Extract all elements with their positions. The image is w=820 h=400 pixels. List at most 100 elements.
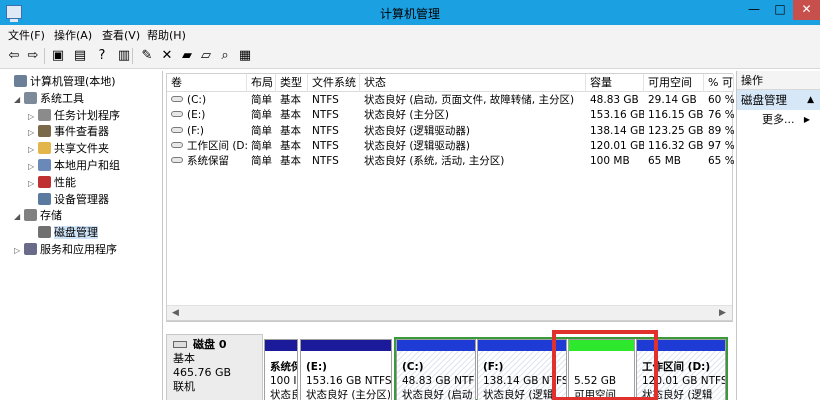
cell-text: NTFS bbox=[312, 94, 339, 106]
tree-item[interactable]: ▷ 任务计划程序 bbox=[28, 108, 120, 124]
volume-drive-icon bbox=[171, 96, 183, 102]
up-folder-icon[interactable]: ▣ bbox=[49, 47, 67, 65]
tree-node-icon bbox=[38, 142, 51, 155]
partition-size: 100 I bbox=[270, 375, 297, 387]
tree-node-icon bbox=[24, 243, 37, 255]
tree-item-label: 服务和应用程序 bbox=[40, 243, 117, 256]
open-folder-icon[interactable]: ▰ bbox=[178, 47, 196, 65]
volume-list: 卷布局 类型 文件系统 状态 容量 可用空间% 可 (C:) 简单 基本 NTFS 状态良好 (启… bbox=[166, 73, 734, 321]
minimize-button[interactable]: — bbox=[741, 0, 767, 20]
collapsed-arrow-icon[interactable]: ▷ bbox=[14, 243, 24, 259]
close-button[interactable]: ✕ bbox=[793, 0, 820, 20]
more-actions-item[interactable]: 更多... ▶ bbox=[737, 110, 820, 130]
table-row[interactable]: (E:) 简单 基本 NTFS 状态良好 (主分区) 153.16 GB 116.15 GB… bbox=[167, 108, 734, 123]
scroll-right-arrow-icon[interactable]: ▶ bbox=[719, 308, 726, 318]
tree-item-label: 系统工具 bbox=[40, 91, 84, 105]
partition-color-bar bbox=[397, 340, 475, 351]
partition-block[interactable]: (C:) 48.83 GB NTFS 状态良好 (启动 bbox=[396, 339, 476, 400]
column-header[interactable]: % 可 bbox=[704, 74, 734, 92]
table-cell: NTFS bbox=[308, 93, 360, 108]
show-hide-tree-icon[interactable]: ▤ bbox=[71, 47, 89, 65]
maximize-button[interactable]: □ bbox=[767, 0, 793, 20]
column-header[interactable]: 类型 bbox=[276, 74, 308, 92]
tree-item[interactable]: ◢ 系统工具 bbox=[14, 91, 84, 107]
partition-block[interactable]: (E:) 153.16 GB NTFS 状态良好 (主分区) bbox=[300, 339, 392, 400]
column-header[interactable]: 文件系统 bbox=[308, 74, 360, 92]
table-cell: 状态良好 (主分区) bbox=[360, 108, 586, 123]
cell-text: 100 MB bbox=[590, 155, 630, 168]
cell-text: 简单 bbox=[251, 124, 272, 137]
help-icon[interactable]: ? bbox=[93, 47, 111, 65]
show-hide-action-pane-icon[interactable]: ▥ bbox=[115, 47, 133, 65]
cell-text: 状态良好 (主分区) bbox=[364, 109, 450, 122]
column-header[interactable]: 状态 bbox=[360, 74, 586, 92]
back-arrow-icon[interactable]: ⇦ bbox=[5, 47, 23, 65]
cell-text: 116.15 GB bbox=[648, 109, 704, 122]
collapsed-arrow-icon[interactable]: ▷ bbox=[28, 125, 38, 141]
export-icon[interactable]: ▦ bbox=[236, 47, 254, 65]
forward-arrow-icon[interactable]: ⇨ bbox=[24, 47, 42, 65]
search-icon[interactable]: ⌕ bbox=[216, 47, 234, 65]
actions-section-disk-management[interactable]: 磁盘管理 ▲ bbox=[737, 90, 820, 110]
properties-icon[interactable]: ✎ bbox=[138, 47, 156, 65]
table-cell: NTFS bbox=[308, 154, 360, 169]
tree-item[interactable]: 计算机管理(本地) bbox=[4, 74, 116, 90]
menu-bar: 文件(F) 操作(A) 查看(V) 帮助(H) bbox=[0, 25, 820, 43]
navigation-tree: 计算机管理(本地) ◢ 系统工具 ▷ 任务计划程序 ▷ 事件查看器 ▷ 共享文件夹 ▷ 本地用户和组… bbox=[0, 71, 163, 400]
collapse-arrow-icon[interactable]: ▲ bbox=[807, 90, 814, 110]
expanded-arrow-icon[interactable]: ◢ bbox=[14, 209, 24, 225]
expanded-arrow-icon[interactable]: ◢ bbox=[14, 92, 24, 108]
column-header[interactable]: 容量 bbox=[586, 74, 644, 92]
cell-text: 基本 bbox=[280, 124, 301, 137]
tree-item[interactable]: ◢ 存储 bbox=[14, 208, 62, 224]
disk-0-label[interactable]: 磁盘 0 基本 465.76 GB 联机 bbox=[166, 334, 263, 400]
collapsed-arrow-icon[interactable]: ▷ bbox=[28, 109, 38, 125]
cell-text: 简单 bbox=[251, 155, 272, 168]
table-row[interactable]: 系统保留 简单 基本 NTFS 状态良好 (系统, 活动, 主分区) 100 MB 65 M… bbox=[167, 154, 734, 169]
scroll-left-arrow-icon[interactable]: ◀ bbox=[172, 308, 179, 318]
partition-name: (E:) bbox=[306, 361, 327, 373]
cell-text: 状态良好 (逻辑驱动器) bbox=[364, 139, 471, 152]
column-header[interactable]: 卷 bbox=[167, 74, 247, 92]
volume-drive-icon bbox=[171, 141, 183, 148]
column-header[interactable]: 可用空间 bbox=[644, 74, 704, 92]
horizontal-scrollbar[interactable]: ◀ ▶ bbox=[167, 305, 732, 320]
tree-item[interactable]: 设备管理器 bbox=[28, 192, 109, 208]
partition-block[interactable]: 系统保 100 I 状态良 bbox=[264, 339, 298, 400]
menu-view[interactable]: 查看(V) bbox=[102, 27, 140, 43]
tree-item[interactable]: ▷ 事件查看器 bbox=[28, 124, 109, 140]
cell-text: 系统保留 bbox=[187, 155, 229, 168]
partition-status: 状态良 bbox=[270, 389, 297, 400]
column-header[interactable]: 布局 bbox=[247, 74, 276, 92]
delete-icon[interactable]: ✕ bbox=[158, 47, 176, 65]
cell-text: 状态良好 (系统, 活动, 主分区) bbox=[364, 155, 505, 168]
table-cell: 48.83 GB bbox=[586, 93, 644, 108]
disk-title-row: 磁盘 0 bbox=[173, 338, 256, 352]
menu-help[interactable]: 帮助(H) bbox=[147, 27, 186, 43]
toolbar-separator bbox=[132, 48, 133, 64]
menu-action[interactable]: 操作(A) bbox=[54, 27, 92, 43]
collapsed-arrow-icon[interactable]: ▷ bbox=[28, 159, 38, 175]
tree-item[interactable]: 磁盘管理 bbox=[28, 225, 98, 241]
table-cell: 基本 bbox=[276, 93, 308, 108]
disk-type: 基本 bbox=[173, 352, 195, 365]
tree-item[interactable]: ▷ 性能 bbox=[28, 175, 76, 191]
collapsed-arrow-icon[interactable]: ▷ bbox=[28, 142, 38, 158]
table-row[interactable]: (F:) 简单 基本 NTFS 状态良好 (逻辑驱动器) 138.14 GB 123.25 … bbox=[167, 124, 734, 139]
table-row[interactable]: (C:) 简单 基本 NTFS 状态良好 (启动, 页面文件, 故障转储, 主分区) 48… bbox=[167, 93, 734, 108]
table-row[interactable]: 工作区间 (D:) 简单 基本 NTFS 状态良好 (逻辑驱动器) 120.01 GB 11… bbox=[167, 139, 734, 154]
partition-details: (C:) 48.83 GB NTFS 状态良好 (启动 bbox=[402, 360, 475, 400]
new-folder-icon[interactable]: ▱ bbox=[197, 47, 215, 65]
tree-node-icon bbox=[24, 91, 37, 104]
tree-item-label: 事件查看器 bbox=[54, 125, 109, 139]
table-cell: 97 % bbox=[704, 139, 734, 154]
disk-title: 磁盘 0 bbox=[193, 338, 227, 351]
collapsed-arrow-icon[interactable]: ▷ bbox=[28, 176, 38, 192]
tree-item-label: 性能 bbox=[54, 175, 76, 189]
table-cell: 状态良好 (启动, 页面文件, 故障转储, 主分区) bbox=[360, 93, 586, 108]
tree-item[interactable]: ▷ 服务和应用程序 bbox=[14, 242, 117, 258]
cell-text: 60 % bbox=[708, 94, 734, 106]
menu-file[interactable]: 文件(F) bbox=[8, 27, 45, 43]
tree-item[interactable]: ▷ 共享文件夹 bbox=[28, 141, 109, 157]
tree-item[interactable]: ▷ 本地用户和组 bbox=[28, 158, 120, 174]
